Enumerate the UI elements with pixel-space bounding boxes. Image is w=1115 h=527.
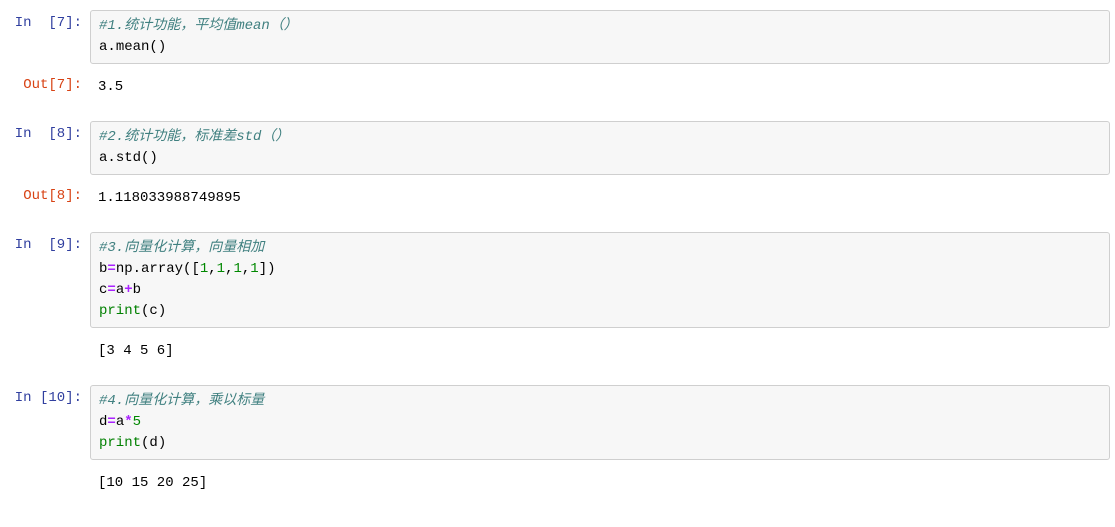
code-token: 1 bbox=[233, 261, 241, 277]
output-text: 1.118033988749895 bbox=[90, 183, 1110, 214]
code-token: std bbox=[116, 150, 141, 166]
code-token: 1 bbox=[250, 261, 258, 277]
code-line: #4.向量化计算，乘以标量 bbox=[99, 391, 1101, 412]
code-line: d=a*5 bbox=[99, 412, 1101, 433]
code-token: = bbox=[107, 282, 115, 298]
code-input[interactable]: #1.统计功能，平均值mean（） a.mean() bbox=[90, 10, 1110, 64]
code-line: a.std() bbox=[99, 148, 1101, 169]
code-token: () bbox=[141, 150, 158, 166]
code-comment: #4.向量化计算，乘以标量 bbox=[99, 393, 264, 409]
empty-prompt bbox=[5, 468, 90, 478]
code-token: ) bbox=[158, 303, 166, 319]
code-token: ) bbox=[158, 435, 166, 451]
code-token: ]) bbox=[259, 261, 276, 277]
stream-output-cell: [10 15 20 25] bbox=[5, 468, 1110, 499]
code-comment: #1.统计功能，平均值mean（） bbox=[99, 18, 298, 34]
code-line: c=a+b bbox=[99, 280, 1101, 301]
code-input[interactable]: #4.向量化计算，乘以标量d=a*5print(d) bbox=[90, 385, 1110, 460]
stream-output: [10 15 20 25] bbox=[90, 468, 1110, 499]
stream-output: [3 4 5 6] bbox=[90, 336, 1110, 367]
code-line: print(d) bbox=[99, 433, 1101, 454]
code-comment: #3.向量化计算，向量相加 bbox=[99, 240, 264, 256]
input-cell[interactable]: In [9]: #3.向量化计算，向量相加 b=np.array([1,1,1,1]… bbox=[5, 232, 1110, 328]
code-input[interactable]: #2.统计功能，标准差std（） a.std() bbox=[90, 121, 1110, 175]
code-token: 1 bbox=[217, 261, 225, 277]
code-token: 5 bbox=[133, 414, 141, 430]
code-token: * bbox=[124, 414, 132, 430]
code-token: = bbox=[107, 414, 115, 430]
input-prompt: In [7]: bbox=[5, 10, 90, 36]
output-cell: Out[8]:1.118033988749895 bbox=[5, 183, 1110, 214]
code-token: array bbox=[141, 261, 183, 277]
code-token: a. bbox=[99, 39, 116, 55]
code-token: print bbox=[99, 435, 141, 451]
input-cell[interactable]: In [8]: #2.统计功能，标准差std（） a.std() bbox=[5, 121, 1110, 175]
code-line: a.mean() bbox=[99, 37, 1101, 58]
code-token: print bbox=[99, 303, 141, 319]
output-text: 3.5 bbox=[90, 72, 1110, 103]
code-token: b bbox=[133, 282, 141, 298]
code-token: , bbox=[208, 261, 216, 277]
stream-output-cell: [3 4 5 6] bbox=[5, 336, 1110, 367]
code-token: a. bbox=[99, 150, 116, 166]
output-prompt: Out[7]: bbox=[5, 72, 90, 98]
code-token: () bbox=[149, 39, 166, 55]
input-prompt: In [10]: bbox=[5, 385, 90, 411]
input-cell[interactable]: In [7]: #1.统计功能，平均值mean（） a.mean() bbox=[5, 10, 1110, 64]
code-token: + bbox=[124, 282, 132, 298]
code-line: #1.统计功能，平均值mean（） bbox=[99, 16, 1101, 37]
code-token: d bbox=[149, 435, 157, 451]
code-token: mean bbox=[116, 39, 150, 55]
input-prompt: In [9]: bbox=[5, 232, 90, 258]
empty-prompt bbox=[5, 336, 90, 346]
input-prompt: In [8]: bbox=[5, 121, 90, 147]
code-token: = bbox=[107, 261, 115, 277]
notebook-container: In [7]:#1.统计功能，平均值mean（）a.mean()Out[7]:3… bbox=[5, 10, 1110, 499]
code-token: 1 bbox=[200, 261, 208, 277]
code-input[interactable]: #3.向量化计算，向量相加b=np.array([1,1,1,1])c=a+bp… bbox=[90, 232, 1110, 328]
output-prompt: Out[8]: bbox=[5, 183, 90, 209]
input-cell[interactable]: In [10]:#4.向量化计算，乘以标量d=a*5print(d) bbox=[5, 385, 1110, 460]
code-line: #2.统计功能，标准差std（） bbox=[99, 127, 1101, 148]
output-cell: Out[7]:3.5 bbox=[5, 72, 1110, 103]
code-comment: #2.统计功能，标准差std（） bbox=[99, 129, 289, 145]
code-token: c bbox=[149, 303, 157, 319]
code-line: b=np.array([1,1,1,1]) bbox=[99, 259, 1101, 280]
code-token: ([ bbox=[183, 261, 200, 277]
code-token: np. bbox=[116, 261, 141, 277]
code-token: a bbox=[116, 414, 124, 430]
code-line: print(c) bbox=[99, 301, 1101, 322]
code-line: #3.向量化计算，向量相加 bbox=[99, 238, 1101, 259]
code-token: a bbox=[116, 282, 124, 298]
